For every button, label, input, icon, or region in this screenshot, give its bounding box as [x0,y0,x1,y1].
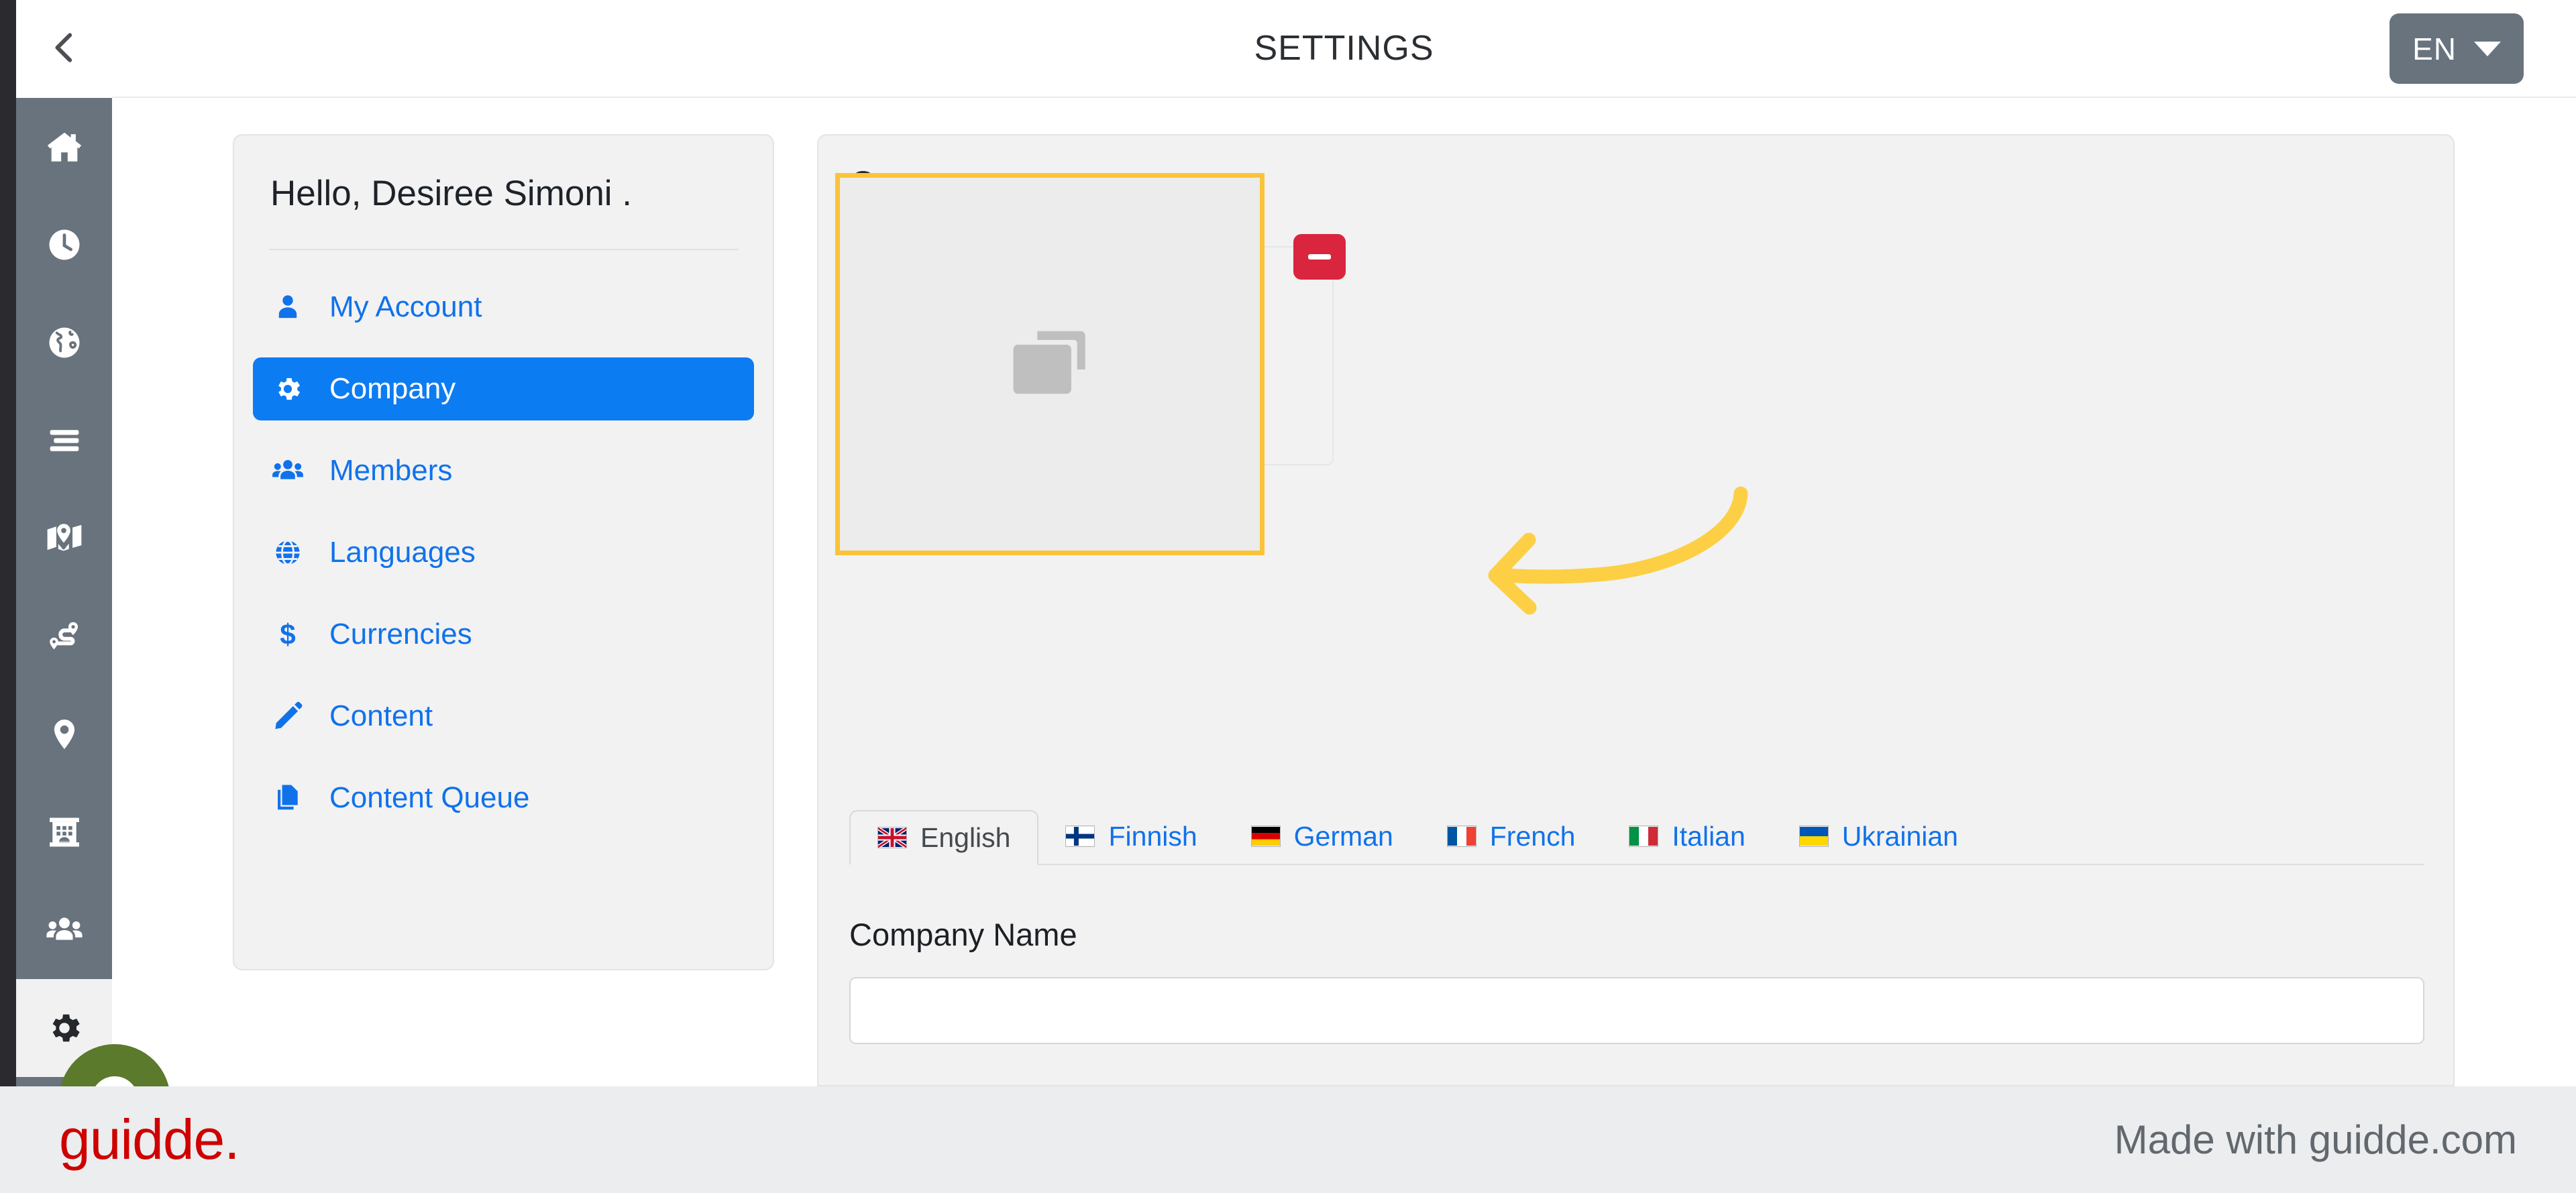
remove-logo-button[interactable] [1293,234,1346,280]
language-selector[interactable]: EN [2390,13,2524,84]
rail-item-location[interactable] [16,685,112,783]
sidebar-item-label: My Account [329,290,482,323]
tab-finnish[interactable]: Finnish [1038,809,1224,864]
sidebar-item-company[interactable]: Company [253,357,754,420]
people-icon [270,454,305,488]
rail-item-world[interactable] [16,294,112,392]
map-icon [45,519,84,558]
logo-image-placeholder[interactable] [835,173,1265,555]
sidebar-item-label: Currencies [329,618,472,650]
building-icon [46,813,83,851]
guidde-logo: guidde. [59,1108,240,1171]
globe-icon [270,537,305,568]
settings-menu-card: Hello, Desiree Simoni . My Account Compa… [233,134,774,970]
tab-label: French [1489,820,1576,852]
rail-item-history[interactable] [16,196,112,294]
rail-item-list[interactable] [16,392,112,490]
sidebar-item-label: Content [329,699,433,732]
tab-english[interactable]: English [849,810,1039,865]
svg-text:$: $ [280,619,295,650]
rail-item-map[interactable] [16,490,112,587]
made-with-text: Made with guidde.com [2114,1117,2517,1162]
list-icon [46,422,83,459]
rail-item-people[interactable] [16,881,112,979]
flag-fr [1446,826,1477,847]
company-name-input[interactable] [849,977,2424,1044]
tab-label: German [1293,820,1393,852]
page-title: SETTINGS [1254,29,1434,68]
tab-label: Italian [1672,820,1746,852]
rail-item-route[interactable] [16,587,112,685]
sidebar-item-label: Company [329,372,456,405]
rail-item-company[interactable] [16,783,112,881]
company-settings-panel: Company [817,134,2455,1086]
rail-item-list [16,98,112,1077]
globe-icon [46,325,83,361]
footer-bar: guidde. Made with guidde.com [0,1086,2576,1193]
copy-document-icon [270,783,305,813]
top-bar: SETTINGS EN [112,0,2576,98]
rail-edge-strip [0,0,16,1086]
user-icon [270,292,305,322]
company-name-label: Company Name [849,917,1077,952]
sidebar-item-label: Content Queue [329,781,530,814]
content-area: Hello, Desiree Simoni . My Account Compa… [112,98,2576,1086]
chevron-left-icon [46,29,83,70]
sidebar-item-my-account[interactable]: My Account [253,276,754,339]
flag-gb [877,827,907,848]
minus-icon [1308,254,1331,260]
menu-divider [269,249,738,250]
tab-label: Finnish [1108,820,1197,852]
chevron-down-icon [2474,41,2501,56]
sidebar-item-content[interactable]: Content [253,685,754,748]
flag-ua [1799,826,1829,847]
sidebar-item-languages[interactable]: Languages [253,521,754,584]
clock-icon [46,227,83,263]
dollar-icon: $ [270,618,305,650]
settings-menu-list: My Account Company Members Languages $ C… [234,276,773,830]
pencil-icon [270,701,305,732]
location-pin-icon [46,716,83,752]
tab-label: Ukrainian [1841,820,1958,852]
route-icon [45,617,84,656]
tab-german[interactable]: German [1224,809,1420,864]
rail-item-home[interactable] [16,98,112,196]
gear-icon [45,1009,84,1047]
greeting-text: Hello, Desiree Simoni . [270,174,633,213]
sidebar-item-content-queue[interactable]: Content Queue [253,766,754,830]
home-icon [45,127,84,166]
app-root: SETTINGS EN Hello, Desiree Simoni . My A… [0,0,2576,1193]
sidebar-item-label: Members [329,454,453,487]
sidebar-item-members[interactable]: Members [253,439,754,502]
gear-icon [270,374,305,404]
language-selector-label: EN [2412,31,2457,66]
tab-ukrainian[interactable]: Ukrainian [1772,809,1985,864]
people-icon [45,911,84,950]
flag-it [1629,826,1659,847]
tab-french[interactable]: French [1420,809,1603,864]
sidebar-item-label: Languages [329,536,476,569]
language-tab-bar: English Finnish German French Italian Uk… [849,810,2424,865]
sidebar-item-currencies[interactable]: $ Currencies [253,603,754,666]
flag-de [1250,826,1281,847]
back-button[interactable] [16,0,112,98]
tab-italian[interactable]: Italian [1602,809,1772,864]
tab-label: English [920,821,1011,853]
flag-fi [1065,826,1095,847]
images-icon [1006,319,1094,410]
